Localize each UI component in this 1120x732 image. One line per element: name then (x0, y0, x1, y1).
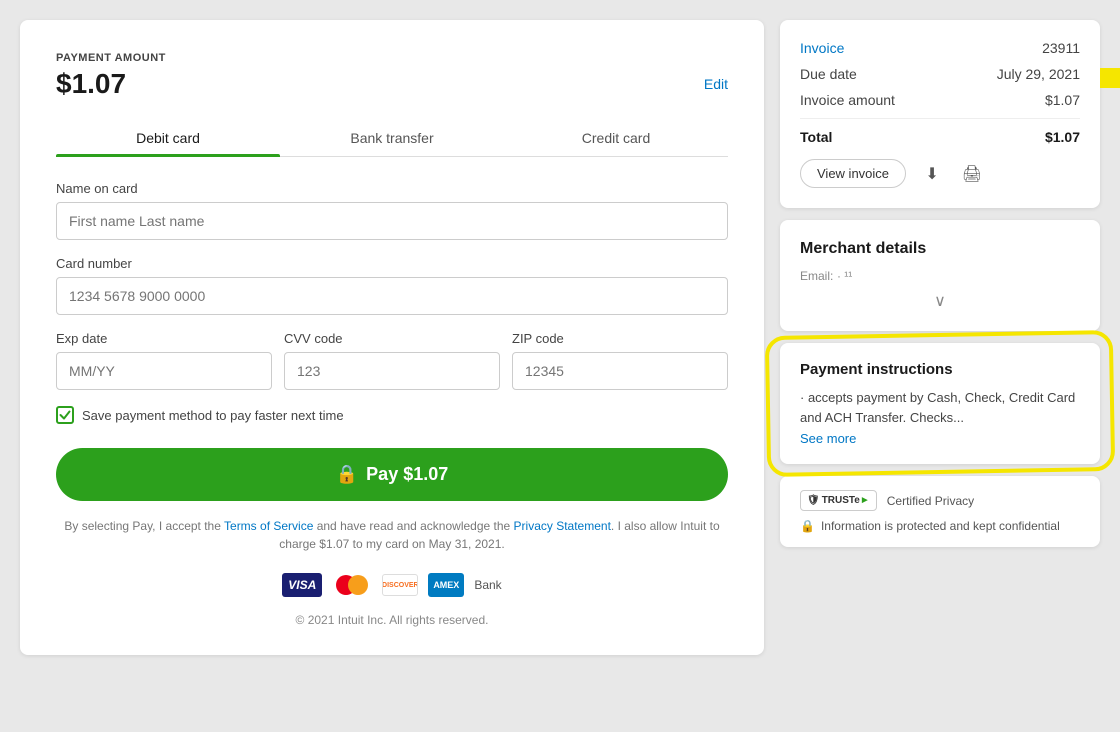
payment-tabs: Debit card Bank transfer Credit card (56, 120, 728, 157)
invoice-card: Invoice 23911 Due date July 29, 2021 Inv… (780, 20, 1100, 208)
see-more-link[interactable]: See more (800, 431, 1080, 446)
total-label: Total (800, 129, 832, 145)
payment-form-panel: PAYMENT AMOUNT $1.07 Edit Debit card Ban… (20, 20, 764, 655)
terms-text: By selecting Pay, I accept the Terms of … (56, 517, 728, 553)
truste-row: 🛡 TRUSTe► Certified Privacy (800, 490, 1080, 511)
truste-label: TRUSTe► (822, 495, 870, 506)
merchant-email-row: Email: · ¹¹ (800, 268, 1080, 283)
save-payment-label: Save payment method to pay faster next t… (82, 408, 344, 423)
expand-merchant-icon[interactable]: ∨ (800, 291, 1080, 311)
invoice-amount-value: $1.07 (1045, 92, 1080, 108)
card-number-input[interactable] (56, 277, 728, 315)
discover-logo: DISCOVER (382, 574, 418, 596)
certified-privacy-label: Certified Privacy (887, 494, 974, 508)
invoice-amount-row: Invoice amount $1.07 (800, 92, 1080, 108)
tab-bank-transfer[interactable]: Bank transfer (280, 120, 504, 156)
email-value: · ¹¹ (837, 269, 852, 283)
due-date-value: July 29, 2021 (997, 66, 1080, 82)
secure-row: 🔒 Information is protected and kept conf… (800, 519, 1080, 533)
cvv-group: CVV code (284, 331, 500, 390)
payment-amount-label: PAYMENT AMOUNT (56, 52, 728, 64)
instructions-title: Payment instructions (800, 361, 1080, 378)
tab-debit-card[interactable]: Debit card (56, 120, 280, 156)
name-on-card-input[interactable] (56, 202, 728, 240)
invoice-actions: View invoice ⬇ 🖨 (800, 159, 1080, 188)
merchant-details-title: Merchant details (800, 240, 1080, 258)
secure-lock-icon: 🔒 (800, 519, 815, 533)
print-icon[interactable]: 🖨 (958, 160, 986, 188)
bank-label: Bank (474, 578, 501, 592)
right-panel: Invoice 23911 Due date July 29, 2021 Inv… (780, 20, 1100, 655)
truste-icon: 🛡 (807, 495, 820, 506)
truste-card: 🛡 TRUSTe► Certified Privacy 🔒 Informatio… (780, 476, 1100, 547)
edit-link[interactable]: Edit (704, 76, 728, 92)
name-on-card-group: Name on card (56, 181, 728, 240)
zip-input[interactable] (512, 352, 728, 390)
due-date-row: Due date July 29, 2021 (800, 66, 1080, 82)
invoice-number-row: Invoice 23911 (800, 40, 1080, 56)
terms-link[interactable]: Terms of Service (224, 519, 313, 533)
zip-group: ZIP code (512, 331, 728, 390)
invoice-amount-label: Invoice amount (800, 92, 895, 108)
merchant-details-card: Merchant details Email: · ¹¹ ∨ (780, 220, 1100, 331)
save-payment-checkbox[interactable] (56, 406, 74, 424)
copyright: © 2021 Intuit Inc. All rights reserved. (56, 613, 728, 627)
download-icon[interactable]: ⬇ (918, 160, 946, 188)
tab-credit-card[interactable]: Credit card (504, 120, 728, 156)
pay-button[interactable]: 🔒 Pay $1.07 (56, 448, 728, 501)
visa-logo: VISA (282, 573, 322, 597)
view-invoice-button[interactable]: View invoice (800, 159, 906, 188)
payment-amount-value: $1.07 (56, 68, 126, 100)
payment-instructions-card: Payment instructions · accepts payment b… (780, 343, 1100, 464)
total-amount: $1.07 (1045, 129, 1080, 145)
cvv-label: CVV code (284, 331, 500, 346)
instructions-text: · accepts payment by Cash, Check, Credit… (800, 388, 1080, 427)
truste-badge: 🛡 TRUSTe► (800, 490, 877, 511)
card-logos: VISA DISCOVER AMEX Bank (56, 573, 728, 597)
lock-icon: 🔒 (336, 464, 358, 485)
name-on-card-label: Name on card (56, 181, 728, 196)
email-label: Email: (800, 269, 833, 283)
cvv-input[interactable] (284, 352, 500, 390)
card-details-row: Exp date CVV code ZIP code (56, 331, 728, 390)
secure-text: Information is protected and kept confid… (821, 519, 1060, 533)
exp-date-label: Exp date (56, 331, 272, 346)
invoice-label: Invoice (800, 40, 844, 56)
privacy-link[interactable]: Privacy Statement (514, 519, 611, 533)
instructions-wrapper: Payment instructions · accepts payment b… (780, 343, 1100, 464)
exp-date-input[interactable] (56, 352, 272, 390)
total-row: Total $1.07 (800, 118, 1080, 145)
save-payment-row: Save payment method to pay faster next t… (56, 406, 728, 424)
exp-date-group: Exp date (56, 331, 272, 390)
due-date-label: Due date (800, 66, 857, 82)
card-number-group: Card number (56, 256, 728, 315)
mastercard-logo (332, 573, 372, 597)
amex-logo: AMEX (428, 573, 464, 597)
invoice-number: 23911 (1042, 40, 1080, 56)
zip-label: ZIP code (512, 331, 728, 346)
card-number-label: Card number (56, 256, 728, 271)
